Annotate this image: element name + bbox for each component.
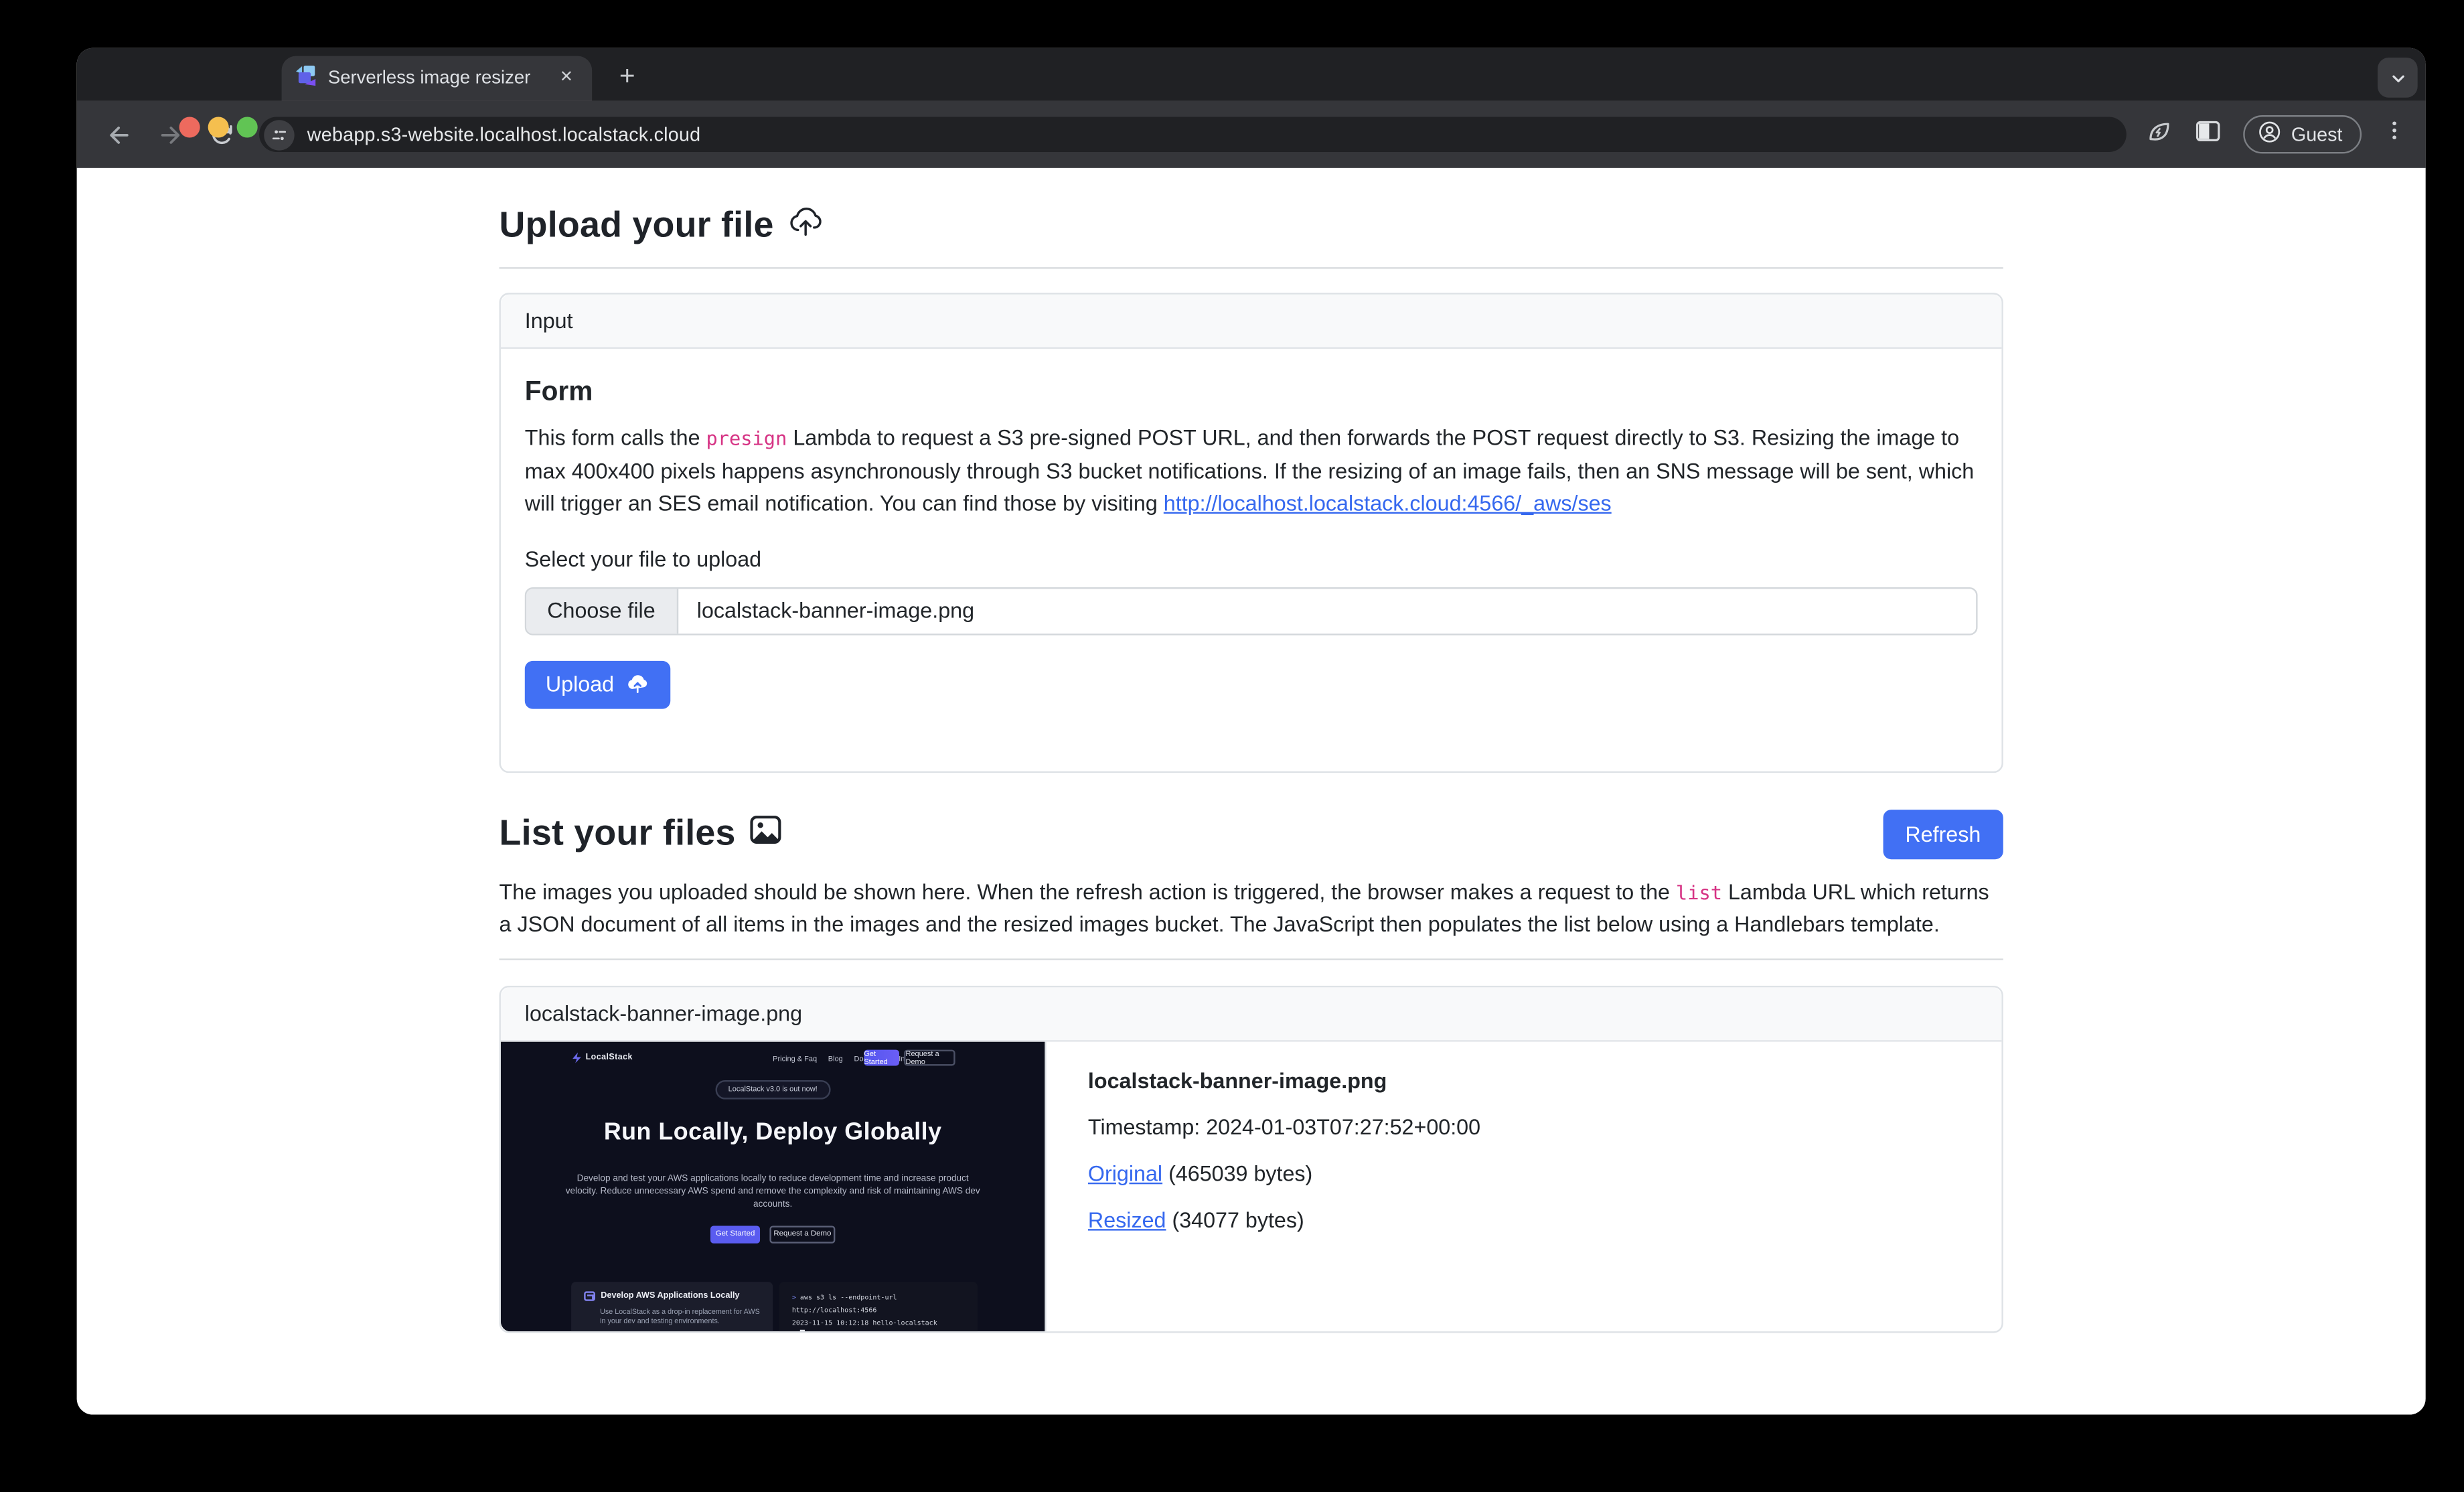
thumb-version-badge: LocalStack v3.0 is out now! [716, 1079, 830, 1099]
thumb-terminal-card: > aws s3 ls --endpoint-url http://localh… [779, 1281, 978, 1331]
thumb-terminal-cursor [800, 1330, 805, 1331]
tab-close-icon[interactable]: ✕ [554, 66, 579, 91]
refresh-button-label: Refresh [1905, 822, 1981, 846]
form-title: Form [525, 376, 1978, 408]
file-input-value: localstack-banner-image.png [678, 588, 994, 633]
url-bar[interactable]: webapp.s3-website.localhost.localstack.c… [259, 117, 2127, 152]
list-heading: List your files [499, 812, 782, 856]
browser-toolbar: webapp.s3-website.localhost.localstack.c… [77, 101, 2426, 168]
list-desc-text-1: The images you uploaded should be shown … [499, 879, 1676, 903]
thumb-cta-get-started: Get Started [710, 1225, 760, 1243]
back-icon[interactable] [104, 119, 134, 149]
thumb-localstack-logo: LocalStack [571, 1051, 633, 1063]
input-card-body: Form This form calls the presign Lambda … [501, 349, 2001, 771]
thumb-hero-title: Run Locally, Deploy Globally [501, 1118, 1045, 1145]
thumb-request-demo-button: Request a Demo [904, 1050, 955, 1066]
original-row: Original (465039 bytes) [1088, 1163, 1480, 1185]
browser-window: Serverless image resizer ✕ + [77, 48, 2426, 1415]
cloud-arrow-up-icon [787, 202, 824, 248]
divider [499, 958, 2003, 959]
thumb-cta-row: Get Started Request a Demo [501, 1225, 1045, 1243]
file-card: localstack-banner-image.png [499, 985, 2003, 1333]
original-link[interactable]: Original [1088, 1161, 1162, 1185]
file-details: localstack-banner-image.png Timestamp: 2… [1047, 1041, 1522, 1331]
site-info-icon[interactable] [264, 119, 294, 149]
favicon-localstack-icon [295, 63, 317, 93]
thumb-navbar: LocalStack Pricing & Faq Blog Docs Sign … [501, 1041, 1045, 1073]
divider [499, 267, 2003, 269]
window-close-button[interactable] [179, 117, 200, 137]
menu-kebab-icon[interactable] [2382, 119, 2406, 151]
upload-button-label: Upload [546, 672, 614, 696]
browser-tab[interactable]: Serverless image resizer ✕ [282, 56, 593, 101]
tab-search-chevron-icon[interactable] [2378, 58, 2418, 98]
resized-size: (34077 bytes) [1166, 1207, 1304, 1232]
window-minimize-button[interactable] [208, 117, 229, 137]
profile-chip[interactable]: Guest [2243, 115, 2362, 153]
input-card-header: Input [501, 295, 2001, 349]
cloud-upload-fill-icon [625, 670, 649, 698]
window-zoom-button[interactable] [237, 117, 258, 137]
page-container: Upload your file Input Form This form ca [499, 168, 2003, 1332]
file-card-header: localstack-banner-image.png [501, 986, 2001, 1041]
thumb-terminal-line1: > aws s3 ls --endpoint-url http://localh… [792, 1290, 966, 1316]
file-name: localstack-banner-image.png [1088, 1069, 1480, 1092]
image-icon [749, 812, 782, 856]
thumb-terminal-line2: 2023-11-15 10:12:18 hello-localstack [792, 1316, 966, 1329]
choose-file-button[interactable]: Choose file [526, 588, 678, 633]
thumb-hero-description: Develop and test your AWS applications l… [563, 1172, 982, 1212]
upload-button[interactable]: Upload [525, 660, 670, 708]
refresh-button[interactable]: Refresh [1883, 809, 2003, 859]
file-card-body: LocalStack Pricing & Faq Blog Docs Sign … [501, 1041, 2001, 1331]
new-tab-button[interactable]: + [607, 56, 648, 98]
tab-strip: Serverless image resizer ✕ + [77, 48, 2426, 101]
list-heading-row: List your files Refresh [499, 809, 2003, 859]
presign-code: presign [706, 427, 787, 449]
upload-heading: Upload your file [499, 202, 2003, 248]
ses-link[interactable]: http://localhost.localstack.cloud:4566/_… [1164, 492, 1612, 516]
thumb-terminal-line3: > [792, 1329, 966, 1331]
thumb-get-started-button: Get Started [864, 1050, 899, 1066]
file-input[interactable]: Choose file localstack-banner-image.png [525, 587, 1978, 635]
list-description: The images you uploaded should be shown … [499, 876, 2003, 942]
thumb-nav-blog: Blog [828, 1054, 843, 1062]
guest-avatar-icon [2258, 120, 2282, 149]
thumb-feature-card: Develop AWS Applications Locally Use Loc… [571, 1281, 773, 1331]
thumb-feature-title: Develop AWS Applications Locally [601, 1291, 739, 1300]
web-content: Upload your file Input Form This form ca [77, 168, 2426, 1415]
select-file-label: Select your file to upload [525, 546, 1978, 571]
tab-title: Serverless image resizer [328, 69, 554, 88]
thumb-feature-text: Use LocalStack as a drop-in replacement … [600, 1307, 763, 1328]
thumb-cta-request-demo: Request a Demo [769, 1225, 835, 1243]
file-thumbnail[interactable]: LocalStack Pricing & Faq Blog Docs Sign … [501, 1041, 1045, 1331]
battery-saver-leaf-icon[interactable] [2144, 116, 2173, 153]
profile-label: Guest [2291, 123, 2343, 145]
toolbar-right-icons: Guest [2144, 115, 2406, 153]
thumbnail-column: LocalStack Pricing & Faq Blog Docs Sign … [501, 1041, 1047, 1331]
resized-link[interactable]: Resized [1088, 1207, 1166, 1232]
file-timestamp: Timestamp: 2024-01-03T07:27:52+00:00 [1088, 1116, 1480, 1138]
url-text: webapp.s3-website.localhost.localstack.c… [307, 123, 701, 145]
side-panel-icon[interactable] [2193, 116, 2222, 153]
form-desc-text-1: This form calls the [525, 426, 706, 450]
thumb-feature-icon [584, 1290, 595, 1301]
screenshot-stage: Serverless image resizer ✕ + [0, 0, 2464, 1492]
thumb-nav-pricing: Pricing & Faq [773, 1054, 817, 1062]
list-heading-text: List your files [499, 813, 736, 854]
original-size: (465039 bytes) [1162, 1161, 1312, 1185]
resized-row: Resized (34077 bytes) [1088, 1209, 1480, 1231]
upload-heading-text: Upload your file [499, 204, 774, 246]
input-card: Input Form This form calls the presign L… [499, 293, 2003, 772]
list-code: list [1676, 881, 1722, 903]
form-description: This form calls the presign Lambda to re… [525, 423, 1978, 521]
thumb-brand-text: LocalStack [586, 1052, 633, 1061]
